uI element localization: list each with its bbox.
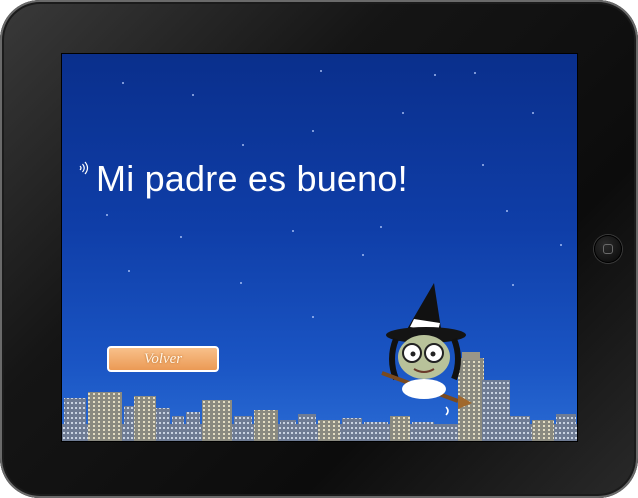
tablet-frame: Mi padre es bueno! Volver [0, 0, 638, 498]
witch-character [381, 283, 472, 416]
star [512, 284, 514, 286]
star [128, 270, 130, 272]
star [474, 72, 476, 74]
star [506, 210, 508, 212]
page-title: Mi padre es bueno! [96, 158, 408, 199]
star [240, 282, 242, 284]
star [122, 82, 124, 84]
star [560, 244, 562, 246]
star [292, 230, 294, 232]
speaker-icon[interactable] [78, 160, 92, 176]
star [312, 130, 314, 132]
star [192, 94, 194, 96]
app-screen: Mi padre es bueno! Volver [62, 54, 577, 441]
star [242, 144, 244, 146]
city-skyline [62, 352, 577, 441]
star [106, 214, 108, 216]
star [312, 316, 314, 318]
home-button[interactable] [594, 235, 622, 263]
star [362, 254, 364, 256]
star [402, 112, 404, 114]
star [380, 226, 382, 228]
star [434, 74, 436, 76]
star [482, 164, 484, 166]
star [320, 70, 322, 72]
star [180, 236, 182, 238]
star [532, 112, 534, 114]
